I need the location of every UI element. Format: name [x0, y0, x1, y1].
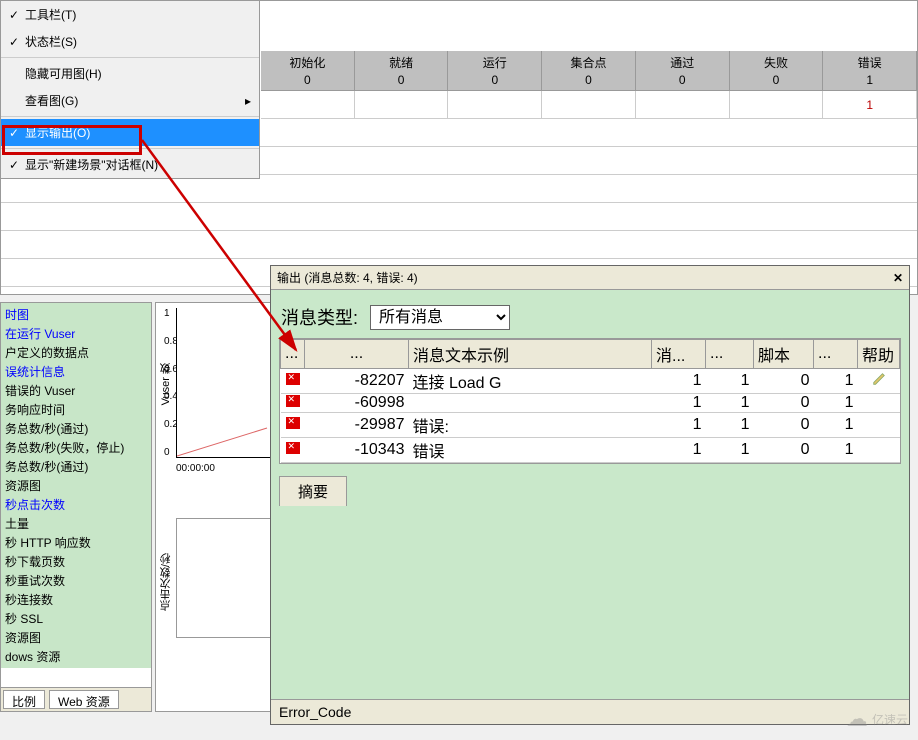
col-passed: 通过0	[636, 51, 730, 90]
tree-item[interactable]: 资源图	[3, 628, 149, 647]
col-running: 运行0	[448, 51, 542, 90]
graph-tree-list[interactable]: 时图在运行 Vuser户定义的数据点误统计信息错误的 Vuser务响应时间务总数…	[1, 303, 151, 668]
output-table[interactable]: ... ... 消息文本示例 消... ... 脚本 ... 帮助 -82207…	[279, 338, 901, 464]
col-ready: 就绪0	[355, 51, 449, 90]
output-panel: 输出 (消息总数: 4, 错误: 4) ✕ 消息类型: 所有消息 ... ...…	[270, 265, 910, 725]
tree-item[interactable]: 错误的 Vuser	[3, 381, 149, 400]
col-init: 初始化0	[261, 51, 355, 90]
tree-item[interactable]: 秒下载页数	[3, 552, 149, 571]
tree-item[interactable]: 秒 HTTP 响应数	[3, 533, 149, 552]
output-titlebar: 输出 (消息总数: 4, 错误: 4) ✕	[271, 266, 909, 290]
grid-data-row: 1	[261, 91, 917, 119]
tree-item[interactable]: 秒点击次数	[3, 495, 149, 514]
cloud-icon: ☁	[846, 706, 868, 732]
menu-statusbar[interactable]: 状态栏(S)	[1, 28, 259, 55]
menu-show-output[interactable]: 显示输出(O)	[1, 119, 259, 146]
tree-item[interactable]: 时图	[3, 305, 149, 324]
output-title-text: 输出 (消息总数: 4, 错误: 4)	[277, 269, 418, 286]
error-icon	[286, 395, 300, 407]
menu-view-graph[interactable]: 查看图(G)▸	[1, 87, 259, 114]
tree-item[interactable]: 秒 SSL	[3, 609, 149, 628]
menu-toolbar[interactable]: 工具栏(T)	[1, 1, 259, 28]
tab-summary[interactable]: 摘要	[279, 476, 347, 506]
menu-show-new-scenario[interactable]: 显示"新建场景"对话框(N)	[1, 151, 259, 178]
tree-tabs: 比例 Web 资源	[1, 687, 151, 711]
tree-item[interactable]: 户定义的数据点	[3, 343, 149, 362]
col-error: 错误1	[823, 51, 917, 90]
error-icon	[286, 417, 300, 429]
tree-item[interactable]: 资源图	[3, 476, 149, 495]
table-row[interactable]: -29987错误:1101	[281, 413, 900, 438]
tree-item[interactable]: 误统计信息	[3, 362, 149, 381]
tree-item[interactable]: 土量	[3, 514, 149, 533]
tree-item[interactable]: 在运行 Vuser	[3, 324, 149, 343]
tree-item[interactable]: 秒连接数	[3, 590, 149, 609]
table-header-row: ... ... 消息文本示例 消... ... 脚本 ... 帮助	[281, 340, 900, 369]
error-icon	[286, 442, 300, 454]
col-failed: 失败0	[730, 51, 824, 90]
view-menu: 工具栏(T) 状态栏(S) 隐藏可用图(H) 查看图(G)▸ 显示输出(O) 显…	[0, 0, 260, 179]
error-count: 1	[823, 91, 917, 118]
message-type-select[interactable]: 所有消息	[370, 305, 510, 330]
tab-web-resource[interactable]: Web 资源	[49, 690, 119, 709]
chart2-ylabel: 点击次数/秒	[158, 553, 174, 611]
vuser-chart[interactable]	[176, 308, 274, 458]
chart1-xtick: 00:00:00	[176, 463, 215, 474]
table-row[interactable]: -10343错误1101	[281, 438, 900, 463]
col-rendezvous: 集合点0	[542, 51, 636, 90]
tree-item[interactable]: dows 资源	[3, 647, 149, 666]
tree-item[interactable]: 务响应时间	[3, 400, 149, 419]
tree-item[interactable]: 秒重试次数	[3, 571, 149, 590]
tree-item[interactable]: 务总数/秒(通过)	[3, 419, 149, 438]
watermark: ☁ 亿速云	[846, 706, 908, 732]
output-filter-row: 消息类型: 所有消息	[271, 290, 909, 338]
output-statusbar: Error_Code	[271, 699, 909, 724]
tree-item[interactable]: 务总数/秒(失败，停止)	[3, 438, 149, 457]
grid-header: 初始化0 就绪0 运行0 集合点0 通过0 失败0 错误1	[261, 51, 917, 91]
tree-item[interactable]: 务总数/秒(通过)	[3, 457, 149, 476]
menu-hide-available[interactable]: 隐藏可用图(H)	[1, 60, 259, 87]
table-row[interactable]: -82207连接 Load G1101	[281, 369, 900, 394]
graph-tree-panel: 时图在运行 Vuser户定义的数据点误统计信息错误的 Vuser务响应时间务总数…	[0, 302, 152, 712]
hits-chart[interactable]	[176, 518, 274, 638]
filter-label: 消息类型:	[281, 304, 358, 330]
chart-panel: Vuser 数 1 0.8 0.6 0.4 0.2 0 00:00:00 点击次…	[155, 302, 280, 712]
output-tabs: 摘要	[279, 476, 901, 506]
chevron-right-icon: ▸	[245, 94, 251, 108]
table-row[interactable]: -609981101	[281, 394, 900, 413]
tab-ratio[interactable]: 比例	[3, 690, 45, 709]
pencil-icon	[872, 372, 886, 386]
error-icon	[286, 373, 300, 385]
close-icon[interactable]: ✕	[893, 271, 903, 285]
